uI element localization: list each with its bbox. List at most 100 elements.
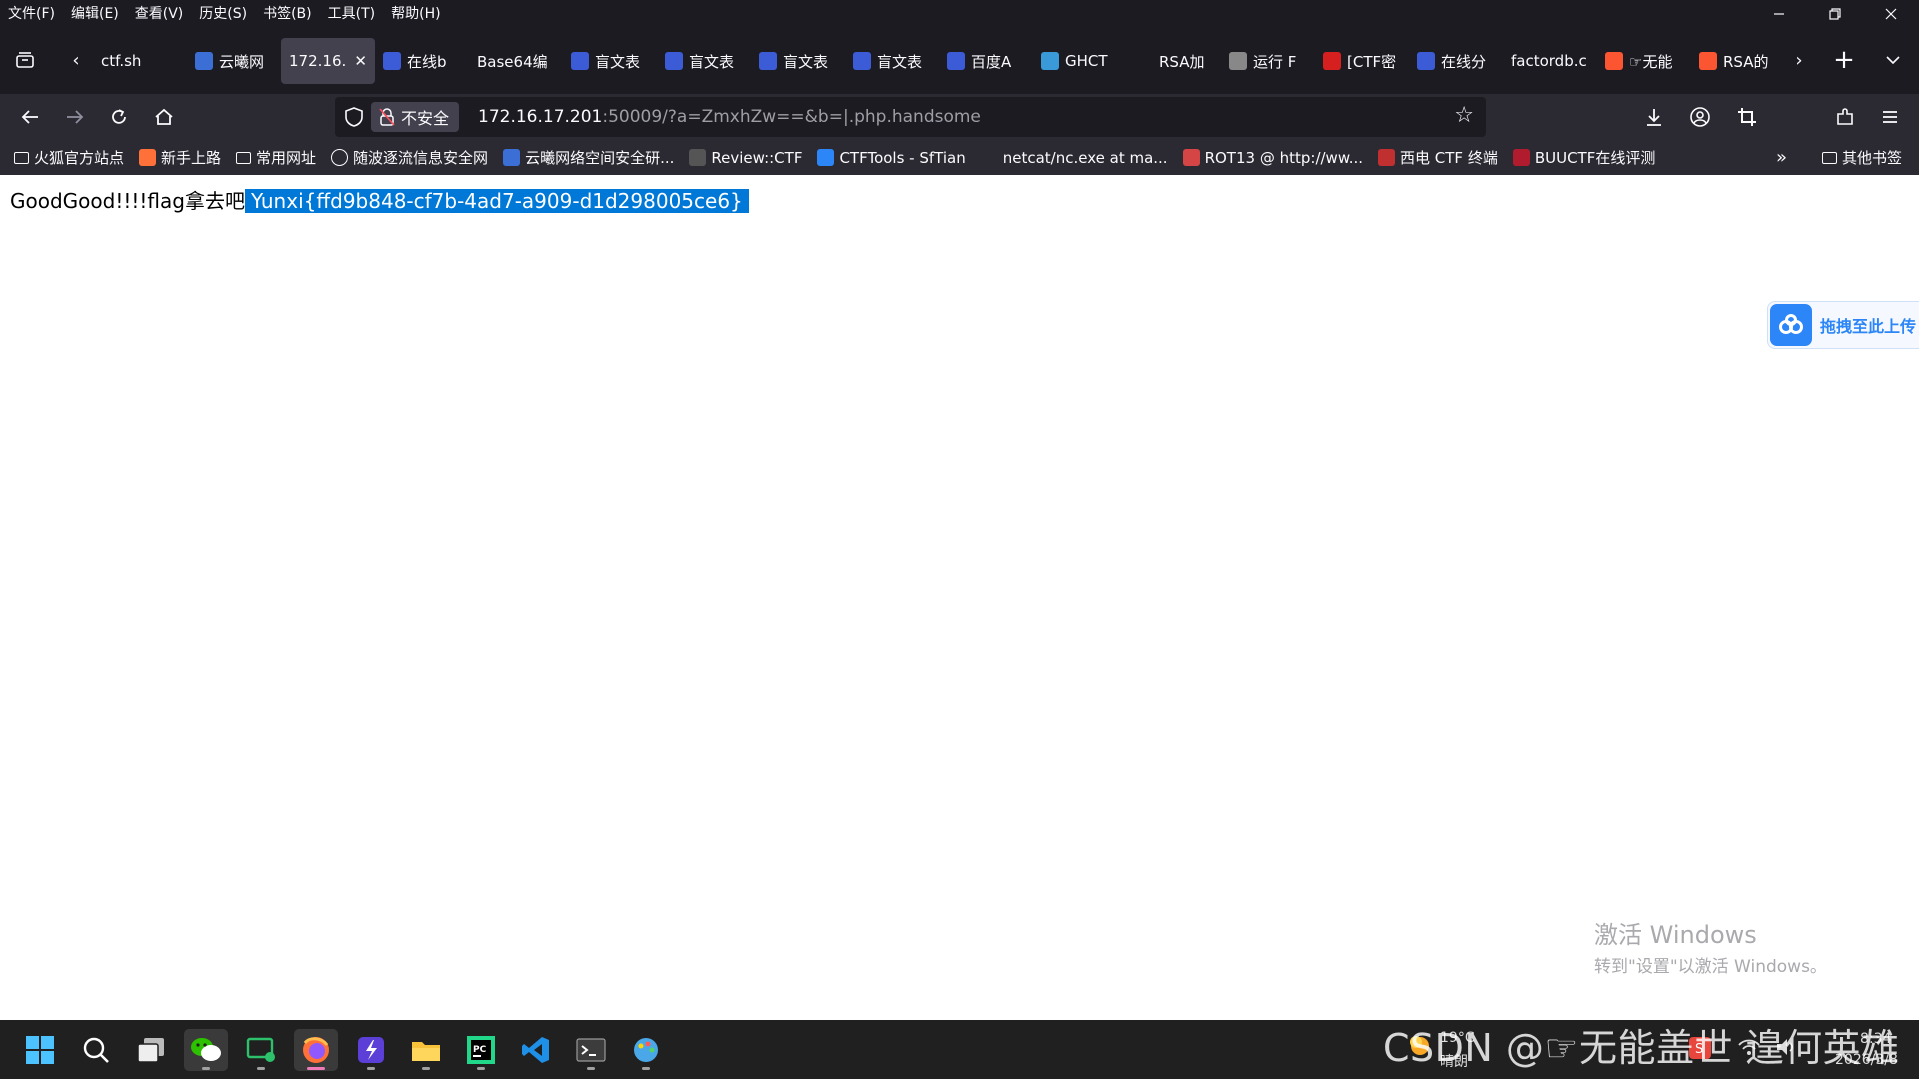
chevron-down-icon [1886, 56, 1900, 65]
bookmark-item[interactable]: BUUCTF在线评测 [1512, 147, 1655, 168]
tab-label: 在线分 [1441, 52, 1487, 71]
site-favicon [817, 149, 835, 166]
menu-view[interactable]: 查看(V) [127, 0, 192, 28]
tab[interactable]: 在线分 [1409, 38, 1503, 84]
flag-text-selected[interactable]: Yunxi{ffd9b848-cf7b-4ad7-a909-d1d298005c… [244, 189, 749, 213]
search-icon [83, 1037, 109, 1063]
menu-bookmarks[interactable]: 书签(B) [255, 0, 320, 28]
tab[interactable]: 盲文表 [751, 38, 845, 84]
bookmark-item[interactable]: 新手上路 [139, 147, 221, 168]
paint-taskbar-button[interactable] [624, 1029, 668, 1071]
url-bar[interactable]: 不安全 172.16.17.201:50009/?a=ZmxhZw==&b=|.… [335, 97, 1486, 137]
tab[interactable]: GHCT [1033, 38, 1127, 84]
menu-tools[interactable]: 工具(T) [320, 0, 383, 28]
tab[interactable]: 云曦网 [187, 38, 281, 84]
downloads-button[interactable] [1637, 100, 1671, 134]
site-favicon [1229, 52, 1247, 70]
wechat-taskbar-button[interactable] [184, 1029, 228, 1071]
home-button[interactable] [147, 100, 181, 134]
tab[interactable]: 百度A [939, 38, 1033, 84]
arrow-right-icon [67, 110, 84, 124]
tab[interactable]: [CTF密 [1315, 38, 1409, 84]
terminal-taskbar-button[interactable] [569, 1029, 613, 1071]
star-icon: ☆ [1454, 103, 1474, 128]
menu-history[interactable]: 历史(S) [191, 0, 255, 28]
extensions-button[interactable] [1828, 100, 1862, 134]
tab[interactable]: 盲文表 [563, 38, 657, 84]
bookmark-label: CTFTools - SfTian [839, 148, 966, 167]
terminal-app-icon [246, 1037, 275, 1062]
tab-active[interactable]: 172.16. ✕ [281, 38, 375, 84]
menu-file[interactable]: 文件(F) [0, 0, 63, 28]
tab[interactable]: 运行 F [1221, 38, 1315, 84]
new-tab-button[interactable]: + [1824, 40, 1864, 80]
firefox-taskbar-button[interactable] [294, 1029, 338, 1071]
scroll-tabs-right-button[interactable]: › [1779, 40, 1819, 80]
close-tab-icon[interactable]: ✕ [354, 52, 367, 70]
minimize-icon [1774, 13, 1784, 15]
tab[interactable]: ☞无能 [1597, 38, 1691, 84]
bookmark-label: 新手上路 [161, 149, 222, 167]
pycharm-taskbar-button[interactable]: PC [459, 1029, 503, 1071]
bookmark-item[interactable]: 云曦网络空间安全研... [503, 147, 674, 168]
list-all-tabs-button[interactable] [1873, 40, 1913, 80]
chevron-right-icon: › [1795, 49, 1803, 71]
bookmark-item[interactable]: netcat/nc.exe at ma... [980, 149, 1168, 167]
tab-overview-button[interactable] [5, 40, 45, 80]
baidu-icon [759, 52, 777, 70]
tab-label: 盲文表 [877, 52, 923, 71]
security-label: 不安全 [401, 109, 450, 128]
restore-button[interactable] [1807, 0, 1863, 28]
account-button[interactable] [1683, 100, 1717, 134]
taskbar-search-button[interactable] [74, 1029, 118, 1071]
task-view-button[interactable] [129, 1029, 173, 1071]
cloud-upload-icon [1770, 304, 1812, 346]
bookmark-item[interactable]: ROT13 @ http://ww... [1182, 149, 1363, 167]
app-menu-button[interactable] [1873, 100, 1907, 134]
vscode-taskbar-button[interactable] [514, 1029, 558, 1071]
other-bookmarks-folder[interactable]: 其他书签 [1822, 140, 1902, 175]
bookmark-item[interactable]: Review::CTF [689, 149, 802, 167]
start-button[interactable] [18, 1029, 62, 1071]
plus-icon: + [1833, 45, 1855, 75]
tab-label: 运行 F [1253, 52, 1297, 71]
connection-not-secure-button[interactable]: 不安全 [371, 102, 460, 132]
url-text[interactable]: 172.16.17.201:50009/?a=ZmxhZw==&b=|.php.… [478, 97, 981, 137]
menu-help[interactable]: 帮助(H) [383, 0, 448, 28]
forward-button[interactable] [58, 100, 92, 134]
csdn-icon [1699, 52, 1717, 70]
minimize-button[interactable] [1751, 0, 1807, 28]
tab[interactable]: Base64编 [469, 38, 563, 84]
app-taskbar-button[interactable] [349, 1029, 393, 1071]
bookmark-item[interactable]: 火狐官方站点 [14, 147, 124, 168]
drag-upload-widget[interactable]: 拖拽至此上传 [1767, 301, 1919, 349]
bookmark-label: 西电 CTF 终端 [1400, 149, 1498, 167]
bookmark-star-button[interactable]: ☆ [1454, 103, 1474, 128]
scroll-tabs-left-button[interactable]: ‹ [56, 40, 96, 80]
tab[interactable]: RSA加 [1127, 38, 1221, 84]
bookmark-item[interactable]: 西电 CTF 终端 [1378, 147, 1498, 168]
tab[interactable]: ctf.sh [93, 38, 187, 84]
bookmark-item[interactable]: CTFTools - SfTian [817, 148, 966, 167]
back-button[interactable] [13, 100, 47, 134]
reload-button[interactable] [102, 100, 136, 134]
tab-label: [CTF密 [1347, 52, 1397, 71]
screenshot-button[interactable] [1730, 100, 1764, 134]
file-explorer-taskbar-button[interactable] [404, 1029, 448, 1071]
bookmark-item[interactable]: 常用网址 [236, 147, 316, 168]
shield-icon[interactable] [343, 106, 365, 128]
tab[interactable]: RSA的 [1691, 38, 1783, 84]
firefox-icon [139, 149, 157, 166]
tab[interactable]: factordb.c [1503, 38, 1597, 84]
tab-list: ctf.sh 云曦网 172.16. ✕ 在线b Base64编 盲文表 盲文表 盲文表 盲文表 百… [93, 38, 1783, 84]
tab[interactable]: 盲文表 [845, 38, 939, 84]
tab[interactable]: 盲文表 [657, 38, 751, 84]
close-window-button[interactable] [1863, 0, 1919, 28]
bookmark-item[interactable]: 随波逐流信息安全网 [331, 147, 488, 168]
terminal-app-taskbar-button[interactable] [239, 1029, 283, 1071]
menu-edit[interactable]: 编辑(E) [63, 0, 127, 28]
tab[interactable]: 在线b [375, 38, 469, 84]
tab-label: ctf.sh [101, 52, 142, 70]
page-text: GoodGood!!!!flag拿去吧 [10, 189, 245, 213]
more-bookmarks-button[interactable]: » [1776, 140, 1787, 175]
